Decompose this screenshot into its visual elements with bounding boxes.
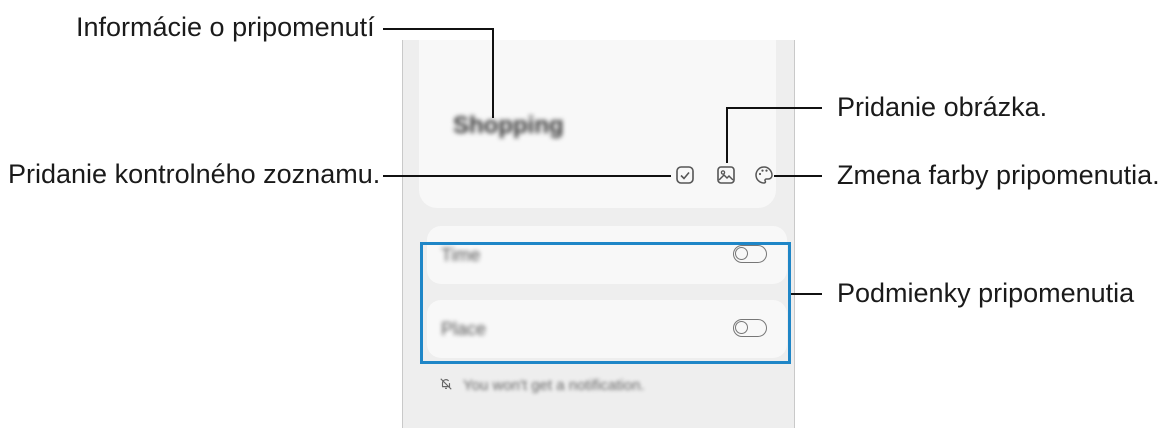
palette-icon[interactable] xyxy=(753,164,775,186)
leader-line-add-checklist xyxy=(383,175,671,177)
notification-info: You won't get a notification. xyxy=(439,377,645,395)
leader-line-reminder-info xyxy=(492,28,494,118)
leader-line-reminder-info xyxy=(383,28,494,30)
reminder-title[interactable]: Shopping xyxy=(453,112,564,140)
callout-conditions: Podmienky pripomenutia xyxy=(837,278,1135,308)
bell-off-icon xyxy=(439,377,453,395)
leader-line-conditions xyxy=(791,293,822,295)
image-icon[interactable] xyxy=(715,164,737,186)
callout-reminder-info: Informácie o pripomenutí xyxy=(76,12,375,42)
checkbox-icon[interactable] xyxy=(674,164,696,186)
callout-add-image: Pridanie obrázka. xyxy=(837,92,1048,122)
notification-text: You won't get a notification. xyxy=(463,377,645,394)
reminder-card: Shopping xyxy=(419,40,776,208)
callout-change-color: Zmena farby pripomenutia. xyxy=(837,160,1159,190)
leader-line-change-color xyxy=(774,175,822,177)
leader-line-add-image xyxy=(726,107,822,109)
callout-add-checklist: Pridanie kontrolného zoznamu. xyxy=(8,159,381,189)
conditions-highlight-frame xyxy=(420,242,791,364)
reminder-screen: Shopping Time Place You won't get a noti… xyxy=(402,40,795,428)
leader-line-add-image xyxy=(726,107,728,163)
